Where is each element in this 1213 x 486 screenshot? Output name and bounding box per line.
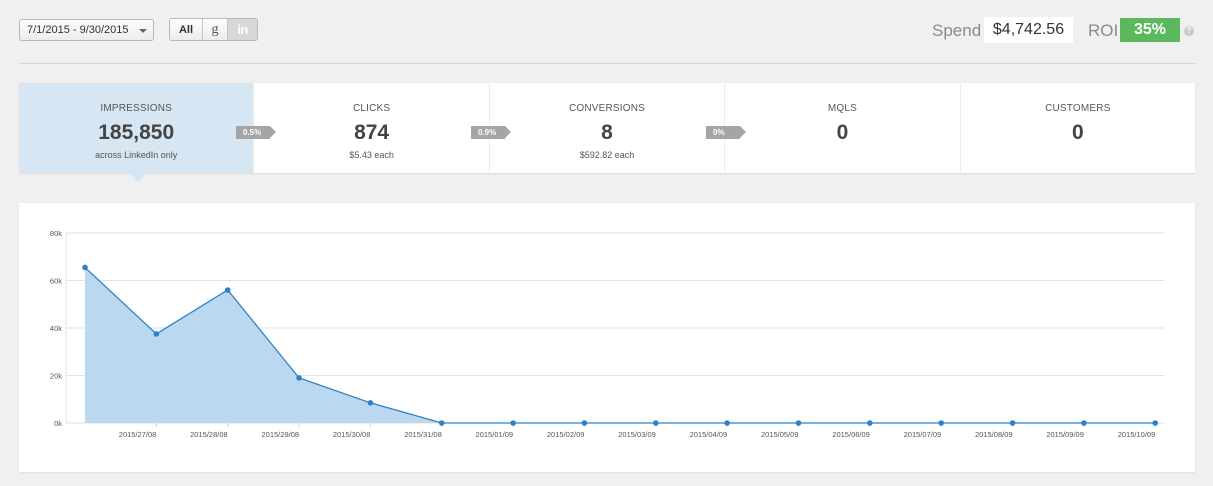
spend-value: $4,742.56 — [984, 17, 1073, 43]
x-tick-label: 2015/29/08 — [262, 430, 300, 439]
data-point — [867, 420, 873, 426]
metric-label: CUSTOMERS — [1045, 103, 1111, 114]
metric-label: MQLS — [827, 103, 857, 114]
channel-filter-group: All g in — [169, 18, 258, 41]
metric-conversions[interactable]: CONVERSIONS 8 $592.82 each — [490, 83, 726, 173]
x-tick-label: 2015/01/09 — [476, 430, 514, 439]
metric-value: 874 — [354, 121, 390, 144]
roi-label: ROI — [1088, 21, 1119, 40]
metric-customers[interactable]: CUSTOMERS 0 — [961, 83, 1195, 173]
metric-subtext: $592.82 each — [579, 150, 635, 160]
data-point — [82, 264, 88, 271]
metric-clicks[interactable]: CLICKS 874 $5.43 each — [254, 83, 490, 173]
x-tick-label: 2015/30/08 — [333, 430, 371, 439]
metric-value: 0 — [836, 121, 849, 144]
conversion-rate-arrow: 0.5% — [236, 126, 276, 139]
x-tick-label: 2015/05/09 — [761, 430, 799, 439]
data-point — [438, 420, 445, 426]
x-tick-label: 2015/10/09 — [1118, 430, 1156, 439]
data-point — [938, 420, 944, 426]
x-tick-label: 2015/08/09 — [975, 430, 1013, 439]
filter-all-button[interactable]: All — [170, 19, 203, 40]
x-tick-label: 2015/03/09 — [618, 430, 656, 439]
x-tick-label: 2015/31/08 — [404, 430, 442, 439]
metric-subtext: across LinkedIn only — [95, 150, 178, 160]
data-point — [296, 375, 302, 381]
metric-value: 0 — [1071, 121, 1084, 144]
funnel-metrics: IMPRESSIONS 185,850 across LinkedIn only… — [19, 83, 1195, 173]
data-point — [795, 420, 802, 426]
data-point — [1081, 420, 1087, 426]
data-point — [653, 420, 659, 426]
metric-impressions[interactable]: IMPRESSIONS 185,850 across LinkedIn only — [19, 83, 255, 173]
data-point — [724, 420, 730, 426]
google-icon[interactable]: g — [203, 19, 228, 40]
metric-value: 8 — [601, 121, 613, 144]
x-tick-label: 2015/04/09 — [690, 430, 728, 439]
header-divider — [19, 63, 1195, 64]
conversion-rate-arrow: 0.9% — [471, 126, 511, 139]
y-tick-label: 60k — [50, 277, 62, 286]
conversion-rate-arrow: 0% — [706, 126, 746, 139]
x-tick-label: 2015/27/08 — [119, 430, 157, 439]
impressions-chart: 0k 20k 40k 60k 80k 2015/27/08 2015/28/08 2015/2… — [50, 229, 1165, 439]
date-range-value: 7/1/2015 - 9/30/2015 — [27, 24, 129, 36]
metric-value: 185,850 — [98, 121, 175, 144]
y-tick-label: 20k — [50, 372, 62, 381]
active-metric-pointer — [129, 173, 147, 182]
data-point — [224, 287, 231, 293]
metric-label: CLICKS — [352, 103, 391, 114]
metric-label: IMPRESSIONS — [100, 103, 173, 114]
x-tick-label: 2015/28/08 — [190, 430, 228, 439]
y-tick-label: 40k — [50, 324, 62, 333]
y-tick-label: 0k — [54, 419, 62, 428]
x-tick-label: 2015/07/09 — [904, 430, 942, 439]
data-point — [153, 331, 160, 337]
linkedin-icon[interactable]: in — [228, 19, 257, 40]
chevron-down-icon — [139, 29, 147, 33]
data-point — [510, 420, 516, 426]
data-point — [1152, 420, 1159, 426]
impressions-chart-card: 0k 20k 40k 60k 80k 2015/27/08 2015/28/08 2015/2… — [19, 203, 1195, 472]
roi-badge: 35% — [1120, 18, 1180, 42]
series-area — [85, 267, 1156, 423]
x-tick-label: 2015/06/09 — [832, 430, 870, 439]
spend-label: Spend — [932, 21, 982, 40]
metric-mqls[interactable]: MQLS 0 — [725, 83, 961, 173]
x-tick-label: 2015/02/09 — [547, 430, 585, 439]
metric-label: CONVERSIONS — [568, 103, 646, 114]
x-tick-label: 2015/09/09 — [1046, 430, 1084, 439]
y-tick-label: 80k — [50, 229, 62, 238]
help-icon[interactable]: ? — [1184, 26, 1194, 36]
data-point — [1009, 420, 1016, 426]
data-point — [581, 420, 588, 426]
metric-subtext: $5.43 each — [349, 150, 394, 160]
data-point — [367, 400, 374, 406]
date-range-select[interactable]: 7/1/2015 - 9/30/2015 — [19, 19, 154, 41]
